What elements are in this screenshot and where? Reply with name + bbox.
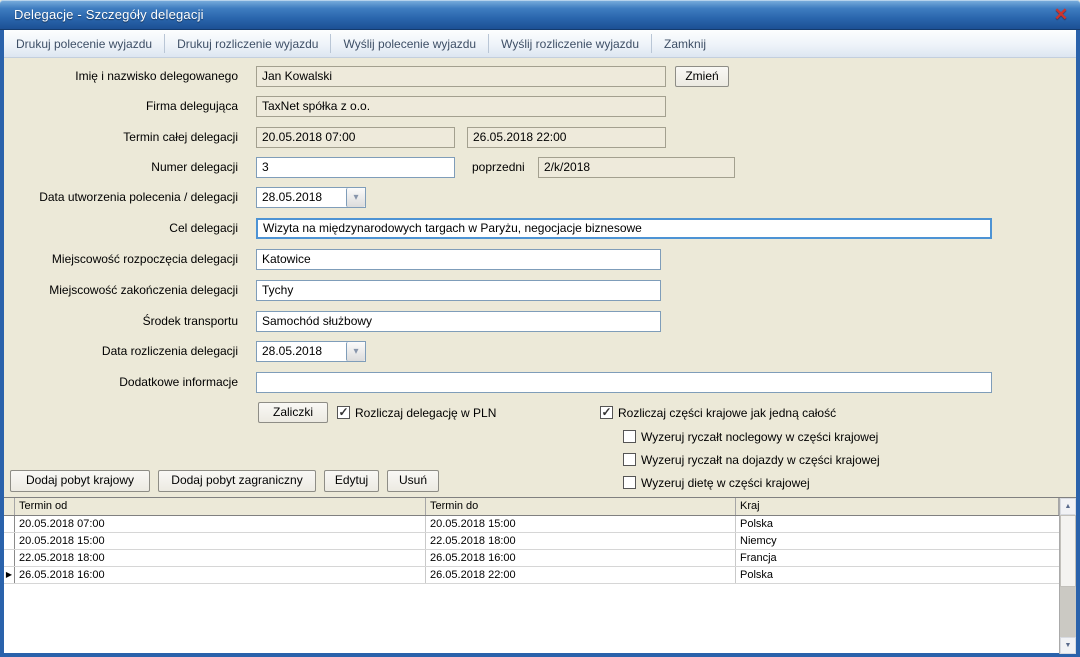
- checkbox-label: Wyzeruj ryczałt na dojazdy w części kraj…: [641, 453, 880, 467]
- cell-termin-od: 22.05.2018 18:00: [15, 550, 426, 566]
- field-label-purpose: Cel delegacji: [10, 218, 238, 239]
- cell-termin-do: 20.05.2018 15:00: [426, 516, 736, 532]
- checkbox-zero-commute[interactable]: ✓ Wyzeruj ryczałt na dojazdy w części kr…: [623, 452, 880, 467]
- toolbar: Drukuj polecenie wyjazdu Drukuj rozlicze…: [4, 30, 1076, 58]
- field-label-start-city: Miejscowość rozpoczęcia delegacji: [10, 249, 238, 270]
- chevron-down-icon[interactable]: ▾: [346, 188, 365, 207]
- window-title: Delegacje - Szczegóły delegacji: [14, 7, 204, 22]
- window-border-right: [1076, 30, 1080, 657]
- checkbox-icon: ✓: [623, 453, 636, 466]
- field-label-name: Imię i nazwisko delegowanego: [10, 66, 238, 87]
- chevron-down-icon[interactable]: ▾: [346, 342, 365, 361]
- settlement-date-dropdown[interactable]: 28.05.2018 ▾: [256, 341, 366, 362]
- scrollbar-thumb[interactable]: [1060, 515, 1076, 587]
- column-header-termin-od: Termin od: [15, 498, 426, 515]
- row-gutter: ▶: [4, 567, 15, 583]
- checkbox-label: Wyzeruj ryczałt noclegowy w części krajo…: [641, 430, 878, 444]
- field-label-term: Termin całej delegacji: [10, 127, 238, 148]
- cell-kraj: Polska: [736, 516, 1059, 532]
- additional-info-input[interactable]: [256, 372, 992, 393]
- checkbox-zero-lodging[interactable]: ✓ Wyzeruj ryczałt noclegowy w części kra…: [623, 429, 878, 444]
- table-header-row: Termin od Termin do Kraj: [4, 498, 1059, 516]
- cell-kraj: Polska: [736, 567, 1059, 583]
- checkbox-icon: ✓: [623, 476, 636, 489]
- current-row-marker-icon: ▶: [6, 571, 12, 579]
- term-to-field: 26.05.2018 22:00: [467, 127, 666, 148]
- cell-termin-do: 26.05.2018 22:00: [426, 567, 736, 583]
- cell-termin-od: 20.05.2018 07:00: [15, 516, 426, 532]
- table-row[interactable]: 20.05.2018 15:00 22.05.2018 18:00 Niemcy: [4, 533, 1059, 550]
- toolbar-button-print-settlement[interactable]: Drukuj rozliczenie wyjazdu: [165, 30, 330, 57]
- row-gutter: [4, 516, 15, 532]
- advances-button[interactable]: Zaliczki: [258, 402, 328, 423]
- cell-termin-od: 26.05.2018 16:00: [15, 567, 426, 583]
- delegation-number-input[interactable]: 3: [256, 157, 455, 178]
- cell-termin-do: 22.05.2018 18:00: [426, 533, 736, 549]
- change-name-button[interactable]: Zmień: [675, 66, 729, 87]
- cell-termin-do: 26.05.2018 16:00: [426, 550, 736, 566]
- checkbox-icon: ✓: [623, 430, 636, 443]
- term-from-field: 20.05.2018 07:00: [256, 127, 455, 148]
- toolbar-button-close[interactable]: Zamknij: [652, 30, 718, 57]
- checkbox-icon: ✓: [600, 406, 613, 419]
- company-field: TaxNet spółka z o.o.: [256, 96, 666, 117]
- previous-number-field: 2/k/2018: [538, 157, 735, 178]
- column-header-kraj: Kraj: [736, 498, 1059, 515]
- cell-kraj: Niemcy: [736, 533, 1059, 549]
- table-scrollbar[interactable]: ▲ ▼: [1059, 498, 1076, 654]
- checkbox-settle-pln[interactable]: ✓ Rozliczaj delegację w PLN: [337, 405, 496, 420]
- window-border-bottom: [0, 653, 1080, 657]
- delete-stay-button[interactable]: Usuń: [387, 470, 439, 492]
- titlebar: Delegacje - Szczegóły delegacji ✕: [0, 0, 1080, 30]
- previous-number-label: poprzedni: [472, 157, 525, 178]
- column-header-termin-do: Termin do: [426, 498, 736, 515]
- stays-table-body: Termin od Termin do Kraj 20.05.2018 07:0…: [4, 498, 1059, 653]
- field-label-company: Firma delegująca: [10, 96, 238, 117]
- checkbox-domestic-as-whole[interactable]: ✓ Rozliczaj części krajowe jak jedną cał…: [600, 405, 836, 420]
- toolbar-button-send-settlement[interactable]: Wyślij rozliczenie wyjazdu: [489, 30, 651, 57]
- checkbox-label: Wyzeruj dietę w części krajowej: [641, 476, 810, 490]
- stays-table: Termin od Termin do Kraj 20.05.2018 07:0…: [4, 497, 1076, 653]
- table-row[interactable]: 22.05.2018 18:00 26.05.2018 16:00 Francj…: [4, 550, 1059, 567]
- add-foreign-stay-button[interactable]: Dodaj pobyt zagraniczny: [158, 470, 316, 492]
- row-gutter: [4, 550, 15, 566]
- add-domestic-stay-button[interactable]: Dodaj pobyt krajowy: [10, 470, 150, 492]
- creation-date-value: 28.05.2018: [257, 188, 346, 207]
- end-city-input[interactable]: Tychy: [256, 280, 661, 301]
- field-label-additional-info: Dodatkowe informacje: [10, 372, 238, 393]
- checkmark-icon: ✓: [601, 407, 611, 418]
- field-label-number: Numer delegacji: [10, 157, 238, 178]
- checkbox-label: Rozliczaj części krajowe jak jedną całoś…: [618, 406, 836, 420]
- toolbar-button-print-order[interactable]: Drukuj polecenie wyjazdu: [4, 30, 164, 57]
- settlement-date-value: 28.05.2018: [257, 342, 346, 361]
- cell-kraj: Francja: [736, 550, 1059, 566]
- checkmark-icon: ✓: [338, 407, 348, 418]
- creation-date-dropdown[interactable]: 28.05.2018 ▾: [256, 187, 366, 208]
- table-header-gutter: [4, 498, 15, 515]
- field-label-end-city: Miejscowość zakończenia delegacji: [10, 280, 238, 301]
- table-row-selected[interactable]: ▶ 26.05.2018 16:00 26.05.2018 22:00 Pols…: [4, 567, 1059, 584]
- checkbox-zero-diet[interactable]: ✓ Wyzeruj dietę w części krajowej: [623, 475, 810, 490]
- close-icon: ✕: [1054, 5, 1068, 25]
- toolbar-button-send-order[interactable]: Wyślij polecenie wyjazdu: [331, 30, 488, 57]
- row-gutter: [4, 533, 15, 549]
- transport-input[interactable]: Samochód służbowy: [256, 311, 661, 332]
- field-label-creation-date: Data utworzenia polecenia / delegacji: [10, 187, 238, 208]
- checkbox-label: Rozliczaj delegację w PLN: [355, 406, 496, 420]
- cell-termin-od: 20.05.2018 15:00: [15, 533, 426, 549]
- edit-stay-button[interactable]: Edytuj: [324, 470, 379, 492]
- scroll-down-icon[interactable]: ▼: [1060, 637, 1076, 654]
- field-label-transport: Środek transportu: [10, 311, 238, 332]
- checkbox-icon: ✓: [337, 406, 350, 419]
- delegation-details-window: Delegacje - Szczegóły delegacji ✕ Drukuj…: [0, 0, 1080, 657]
- table-row[interactable]: 20.05.2018 07:00 20.05.2018 15:00 Polska: [4, 516, 1059, 533]
- start-city-input[interactable]: Katowice: [256, 249, 661, 270]
- close-button[interactable]: ✕: [1050, 4, 1072, 26]
- purpose-input[interactable]: Wizyta na międzynarodowych targach w Par…: [256, 218, 992, 239]
- name-field: Jan Kowalski: [256, 66, 666, 87]
- field-label-settlement-date: Data rozliczenia delegacji: [10, 341, 238, 362]
- scroll-up-icon[interactable]: ▲: [1060, 498, 1076, 515]
